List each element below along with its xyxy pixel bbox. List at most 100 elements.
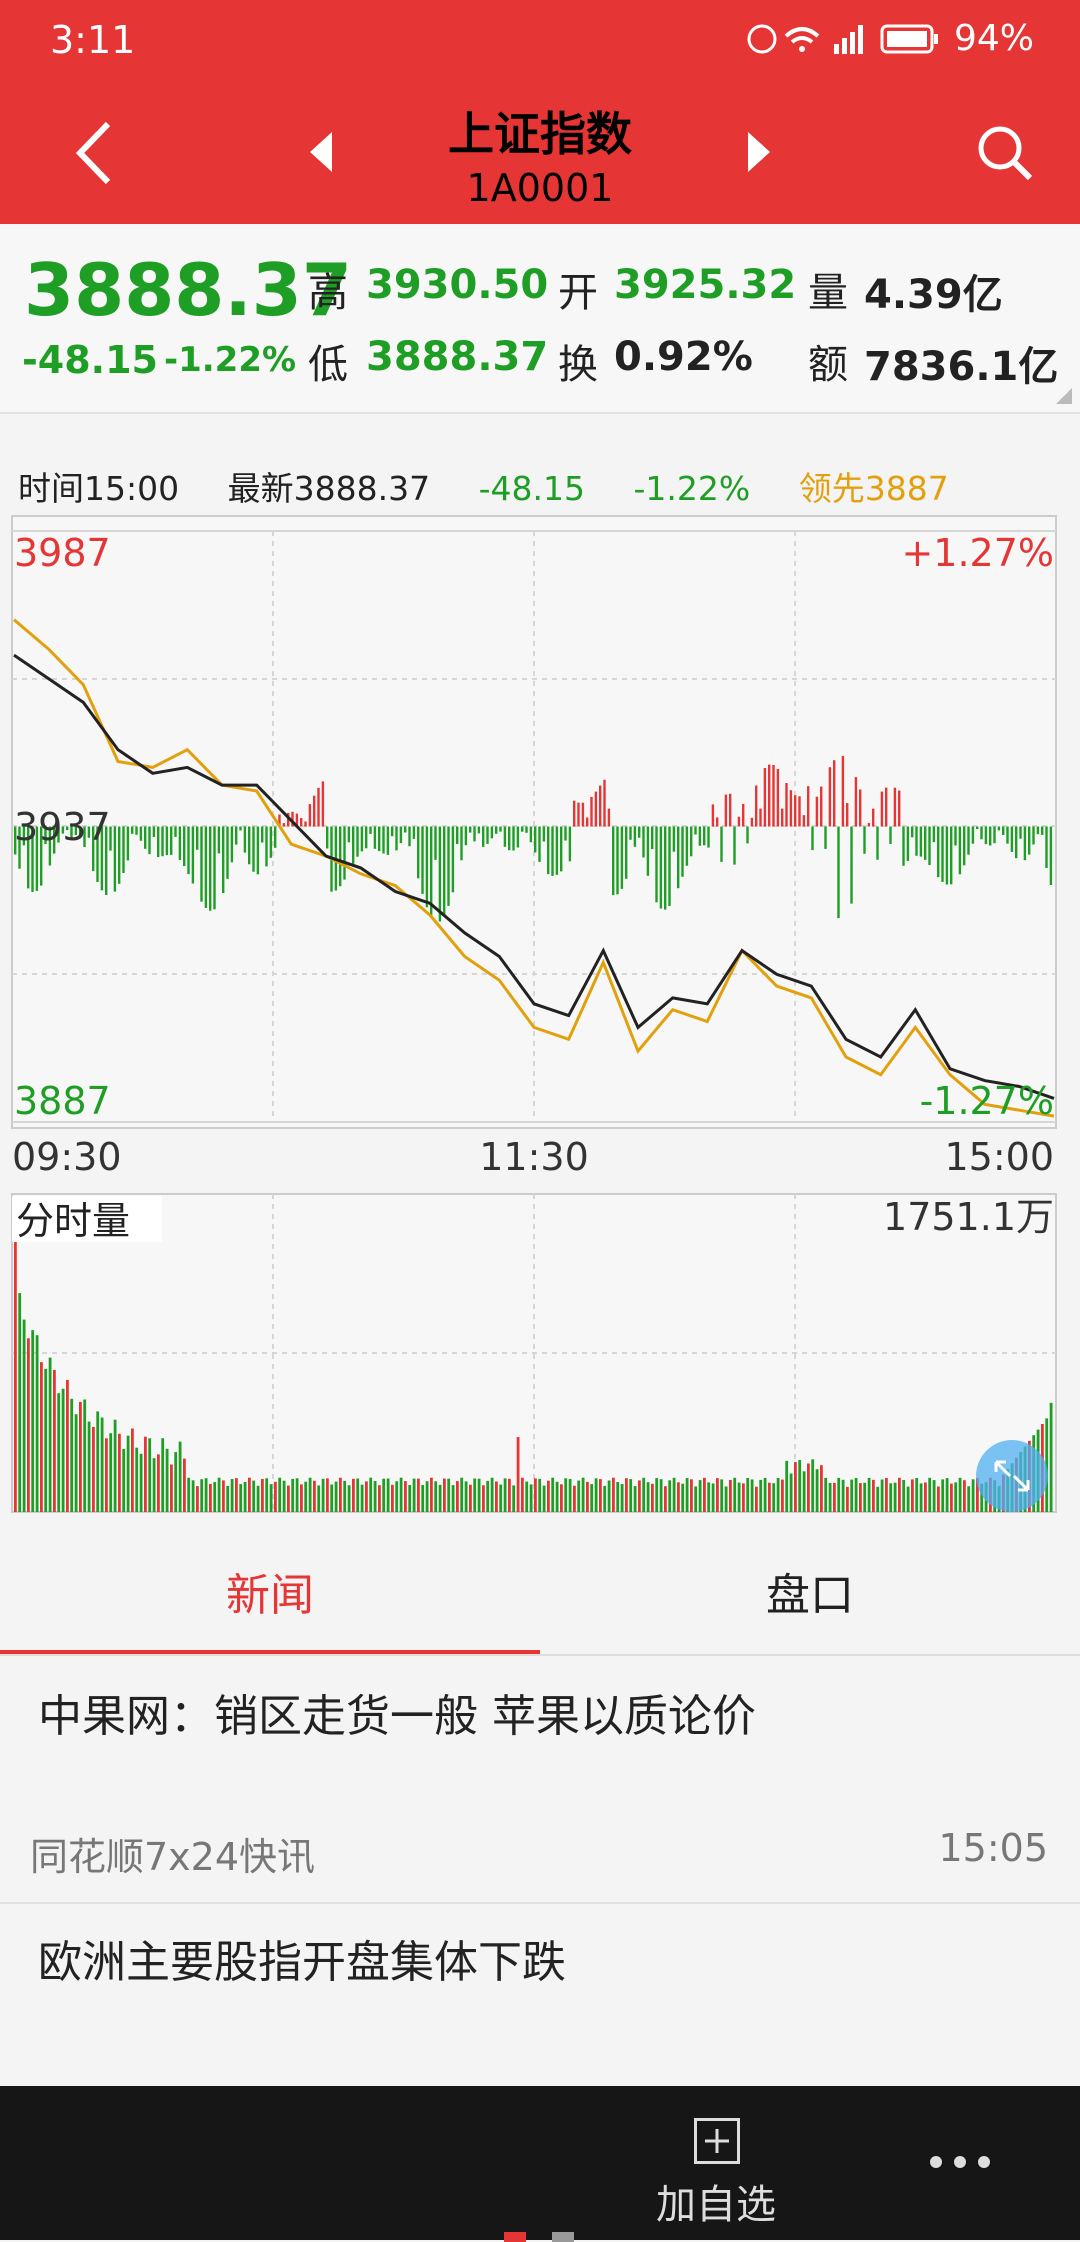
- flow-bar: [434, 826, 437, 860]
- volume-bar: [486, 1480, 490, 1512]
- volume-bar: [906, 1486, 910, 1512]
- volume-bar: [417, 1478, 420, 1512]
- volume-bar: [573, 1485, 576, 1512]
- volume-bar: [768, 1482, 771, 1512]
- volume-bar: [105, 1438, 108, 1512]
- volume-bar: [152, 1458, 156, 1512]
- flow-bar: [451, 826, 455, 893]
- volume-bar: [820, 1465, 823, 1512]
- flow-bar: [460, 826, 463, 861]
- info-change: -48.15: [478, 469, 585, 508]
- expand-corner-icon[interactable]: [1056, 388, 1072, 408]
- volume-bar: [339, 1477, 342, 1512]
- flow-bar: [694, 826, 697, 835]
- flow-bar: [1049, 826, 1053, 885]
- volume-bar: [846, 1486, 849, 1512]
- volume-bar: [581, 1477, 585, 1512]
- flow-bar: [945, 826, 949, 885]
- flow-bar: [343, 826, 346, 880]
- flow-bar: [625, 826, 628, 879]
- flow-bar: [711, 804, 715, 827]
- crosshair-info-row: 时间15:00 最新3888.37 -48.15 -1.22% 领先3887: [18, 462, 987, 510]
- flow-bar: [486, 826, 489, 844]
- price-change: -48.15: [22, 338, 158, 382]
- volume-bar: [711, 1483, 715, 1512]
- volume-bar: [399, 1477, 403, 1512]
- flow-bar: [568, 826, 572, 862]
- flow-bar: [867, 823, 871, 827]
- status-time: 3:11: [50, 18, 136, 62]
- volume-bar: [308, 1477, 312, 1512]
- flow-bar: [885, 787, 888, 827]
- flow-bar: [976, 826, 979, 829]
- volume-bar: [430, 1477, 433, 1512]
- flow-bar: [369, 826, 372, 834]
- next-stock-icon[interactable]: [744, 130, 774, 178]
- volume-bar: [40, 1362, 43, 1512]
- low-value: 3888.37: [366, 334, 549, 380]
- add-watchlist-button[interactable]: 加自选: [656, 2172, 776, 2230]
- more-icon[interactable]: [928, 2152, 992, 2176]
- flow-bar: [889, 826, 892, 844]
- volume-bar: [230, 1479, 234, 1512]
- volume-bar: [118, 1433, 121, 1512]
- x-axis-mid-label: 11:30: [479, 1135, 589, 1179]
- flow-bar: [499, 826, 502, 832]
- volume-bar: [66, 1379, 69, 1512]
- flow-bar: [724, 794, 728, 827]
- volume-bar: [729, 1480, 732, 1512]
- volume-bar: [369, 1477, 373, 1512]
- volume-bar: [300, 1484, 303, 1512]
- flow-bar: [473, 826, 476, 842]
- tab-pankou[interactable]: 盘口: [540, 1536, 1080, 1656]
- volume-bar: [854, 1478, 858, 1512]
- volume-bar: [902, 1480, 906, 1512]
- volume-bar: [113, 1419, 117, 1512]
- volume-bar: [170, 1464, 173, 1512]
- flow-bar: [594, 791, 598, 827]
- add-watchlist-icon[interactable]: [694, 2118, 740, 2164]
- flow-bar: [768, 764, 771, 827]
- volume-bar: [183, 1458, 186, 1512]
- page-indicator: [552, 2232, 574, 2242]
- volume-bar: [807, 1463, 810, 1512]
- flow-bar: [651, 826, 654, 850]
- flow-bar: [204, 826, 208, 908]
- volume-bar: [720, 1479, 724, 1512]
- volume-bar: [785, 1460, 789, 1512]
- flow-bar: [213, 826, 216, 910]
- tab-news[interactable]: 新闻: [0, 1536, 540, 1656]
- volume-bar: [191, 1480, 195, 1512]
- fullscreen-icon[interactable]: [976, 1440, 1048, 1512]
- flow-bar: [698, 826, 702, 846]
- volume-bar: [707, 1482, 711, 1512]
- volume-bar: [911, 1479, 914, 1512]
- flow-bar: [538, 826, 541, 862]
- search-icon[interactable]: [976, 124, 1034, 186]
- volume-bar: [620, 1484, 624, 1512]
- flow-bar: [356, 826, 359, 857]
- price-change-percent: -1.22%: [164, 340, 297, 380]
- volume-bar: [148, 1438, 152, 1512]
- flow-bar: [924, 826, 927, 860]
- x-axis-start-label: 09:30: [12, 1135, 122, 1179]
- news-item-source: 同花顺7x24快讯: [30, 1835, 316, 1879]
- volume-bar: [651, 1483, 654, 1512]
- flow-bar: [811, 826, 814, 851]
- flow-bar: [495, 826, 498, 834]
- intraday-chart[interactable]: 3987 3937 3887 +1.27% -1.27% 09:30 11:30…: [0, 510, 1080, 1520]
- flow-bar: [733, 826, 736, 865]
- news-item-title[interactable]: 中果网：销区走货一般 苹果以质论价: [38, 1680, 756, 1744]
- volume-bar: [898, 1477, 901, 1512]
- bottom-action-bar: [0, 2086, 1080, 2240]
- volume-bar: [564, 1478, 568, 1512]
- news-item-title[interactable]: 欧洲主要股指开盘集体下跌: [38, 1926, 566, 1990]
- volume-bar: [889, 1483, 893, 1512]
- flow-bar: [165, 826, 169, 856]
- volume-bar: [161, 1438, 165, 1512]
- volume-bar: [248, 1477, 251, 1512]
- volume-bar: [872, 1479, 875, 1512]
- flow-bar: [846, 803, 849, 827]
- flow-bar: [685, 826, 689, 866]
- flow-bar: [893, 787, 897, 827]
